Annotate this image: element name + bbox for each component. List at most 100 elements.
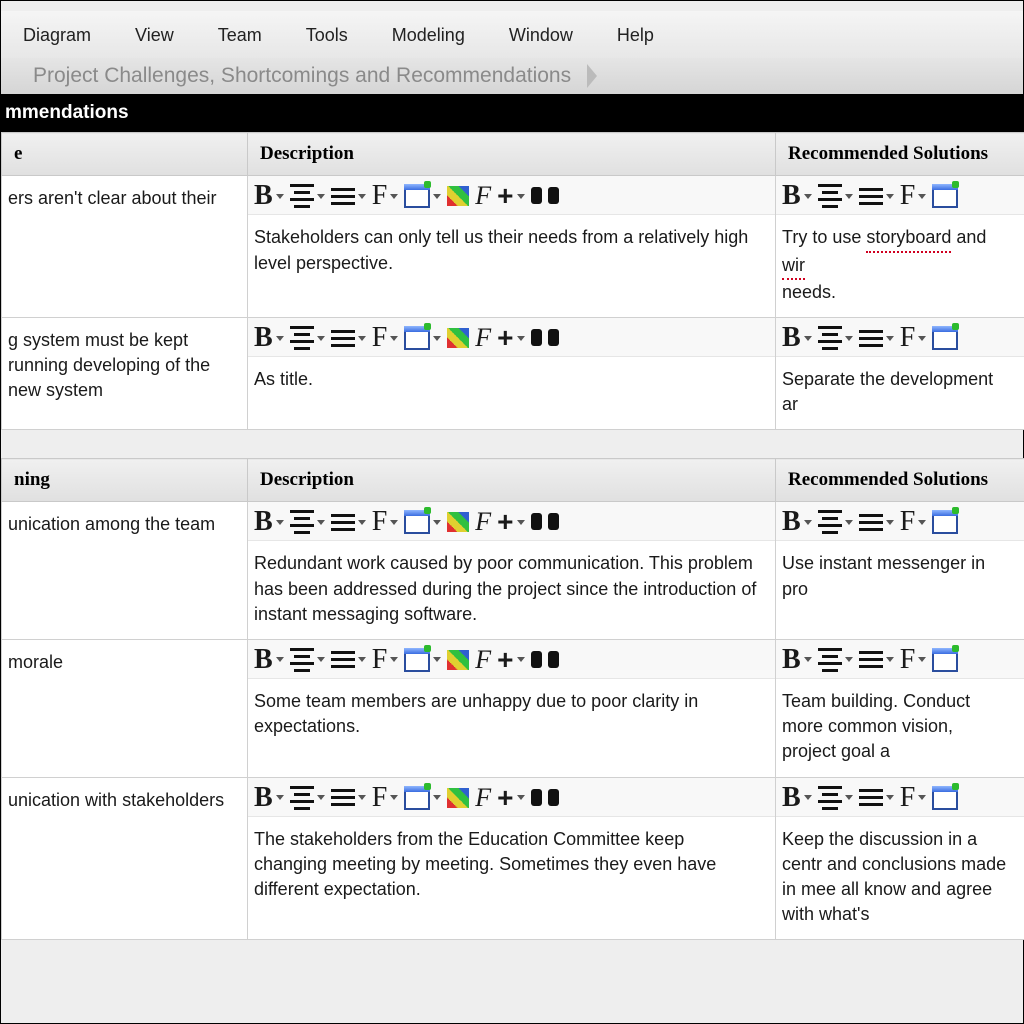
date-button[interactable] xyxy=(932,648,958,672)
align-button[interactable] xyxy=(818,786,853,810)
color-button[interactable] xyxy=(447,650,469,670)
font-button[interactable]: F xyxy=(372,644,399,676)
align-button[interactable] xyxy=(818,648,853,672)
list-button[interactable] xyxy=(859,789,894,806)
align-button[interactable] xyxy=(818,510,853,534)
cell-name[interactable]: unication with stakeholders xyxy=(2,778,247,825)
find-button[interactable] xyxy=(531,650,559,670)
menu-team[interactable]: Team xyxy=(218,25,262,46)
insert-button[interactable]: + xyxy=(497,782,524,814)
font-button[interactable]: F xyxy=(900,644,927,676)
date-button[interactable] xyxy=(932,510,958,534)
cell-solutions[interactable]: B F Separate the development ar xyxy=(776,318,1024,430)
font-style-button[interactable]: F xyxy=(475,507,491,537)
cell-description[interactable]: B F F + As title. xyxy=(248,318,776,430)
date-button[interactable] xyxy=(932,326,958,350)
cell-description[interactable]: B F F + Some team members are unhappy du… xyxy=(248,639,776,777)
font-button[interactable]: F xyxy=(372,782,399,814)
list-button[interactable] xyxy=(859,514,894,531)
font-style-button[interactable]: F xyxy=(475,645,491,675)
cell-text[interactable]: Team building. Conduct more common visio… xyxy=(776,679,1024,777)
date-button[interactable] xyxy=(404,184,441,208)
date-button[interactable] xyxy=(404,648,441,672)
cell-text[interactable]: Separate the development ar xyxy=(776,357,1024,429)
cell-description[interactable]: B F F + Stakeholders can only tell us th… xyxy=(248,176,776,318)
list-button[interactable] xyxy=(859,330,894,347)
font-style-button[interactable]: F xyxy=(475,181,491,211)
list-button[interactable] xyxy=(859,188,894,205)
menu-diagram[interactable]: Diagram xyxy=(23,25,91,46)
menu-window[interactable]: Window xyxy=(509,25,573,46)
list-button[interactable] xyxy=(331,188,366,205)
cell-solutions[interactable]: B F Team building. Conduct more common v… xyxy=(776,639,1024,777)
find-button[interactable] xyxy=(531,328,559,348)
align-button[interactable] xyxy=(290,326,325,350)
cell-name[interactable]: g system must be kept running developing… xyxy=(2,318,247,416)
cell-text[interactable]: Stakeholders can only tell us their need… xyxy=(248,215,775,287)
menu-tools[interactable]: Tools xyxy=(306,25,348,46)
cell-solutions[interactable]: B F Keep the discussion in a centr and c… xyxy=(776,777,1024,940)
font-button[interactable]: F xyxy=(900,322,927,354)
color-button[interactable] xyxy=(447,328,469,348)
bold-button[interactable]: B xyxy=(782,322,812,354)
list-button[interactable] xyxy=(331,789,366,806)
color-button[interactable] xyxy=(447,186,469,206)
cell-text[interactable]: Redundant work caused by poor communicat… xyxy=(248,541,775,639)
insert-button[interactable]: + xyxy=(497,506,524,538)
menu-modeling[interactable]: Modeling xyxy=(392,25,465,46)
font-button[interactable]: F xyxy=(372,322,399,354)
font-button[interactable]: F xyxy=(372,180,399,212)
date-button[interactable] xyxy=(932,184,958,208)
bold-button[interactable]: B xyxy=(782,506,812,538)
find-button[interactable] xyxy=(531,788,559,808)
date-button[interactable] xyxy=(932,786,958,810)
cell-name[interactable]: morale xyxy=(2,640,247,687)
cell-text[interactable]: The stakeholders from the Education Comm… xyxy=(248,817,775,915)
insert-button[interactable]: + xyxy=(497,322,524,354)
find-button[interactable] xyxy=(531,186,559,206)
list-button[interactable] xyxy=(859,651,894,668)
color-button[interactable] xyxy=(447,788,469,808)
font-style-button[interactable]: F xyxy=(475,783,491,813)
font-style-button[interactable]: F xyxy=(475,323,491,353)
font-button[interactable]: F xyxy=(372,506,399,538)
list-button[interactable] xyxy=(331,651,366,668)
bold-button[interactable]: B xyxy=(254,180,284,212)
date-button[interactable] xyxy=(404,510,441,534)
align-button[interactable] xyxy=(290,510,325,534)
font-button[interactable]: F xyxy=(900,782,927,814)
cell-text[interactable]: As title. xyxy=(248,357,775,404)
menu-view[interactable]: View xyxy=(135,25,174,46)
menu-help[interactable]: Help xyxy=(617,25,654,46)
font-button[interactable]: F xyxy=(900,506,927,538)
align-button[interactable] xyxy=(818,326,853,350)
align-button[interactable] xyxy=(290,184,325,208)
bold-button[interactable]: B xyxy=(254,644,284,676)
bold-button[interactable]: B xyxy=(254,782,284,814)
color-button[interactable] xyxy=(447,512,469,532)
bold-button[interactable]: B xyxy=(782,644,812,676)
date-button[interactable] xyxy=(404,786,441,810)
cell-description[interactable]: B F F + Redundant work caused by poor co… xyxy=(248,502,776,640)
list-button[interactable] xyxy=(331,514,366,531)
date-button[interactable] xyxy=(404,326,441,350)
cell-name[interactable]: ers aren't clear about their xyxy=(2,176,247,223)
cell-solutions[interactable]: B F Use instant messenger in pro xyxy=(776,502,1024,640)
breadcrumb[interactable]: Project Challenges, Shortcomings and Rec… xyxy=(1,58,1023,94)
find-button[interactable] xyxy=(531,512,559,532)
cell-text[interactable]: Try to use storyboard and wir needs. xyxy=(776,215,1024,317)
align-button[interactable] xyxy=(290,786,325,810)
cell-text[interactable]: Keep the discussion in a centr and concl… xyxy=(776,817,1024,940)
insert-button[interactable]: + xyxy=(497,180,524,212)
cell-text[interactable]: Some team members are unhappy due to poo… xyxy=(248,679,775,751)
cell-text[interactable]: Use instant messenger in pro xyxy=(776,541,1024,613)
bold-button[interactable]: B xyxy=(782,782,812,814)
bold-button[interactable]: B xyxy=(782,180,812,212)
bold-button[interactable]: B xyxy=(254,506,284,538)
align-button[interactable] xyxy=(818,184,853,208)
cell-solutions[interactable]: B F Try to use storyboard and wir needs. xyxy=(776,176,1024,318)
cell-description[interactable]: B F F + The stakeholders from the Educat… xyxy=(248,777,776,940)
list-button[interactable] xyxy=(331,330,366,347)
align-button[interactable] xyxy=(290,648,325,672)
font-button[interactable]: F xyxy=(900,180,927,212)
